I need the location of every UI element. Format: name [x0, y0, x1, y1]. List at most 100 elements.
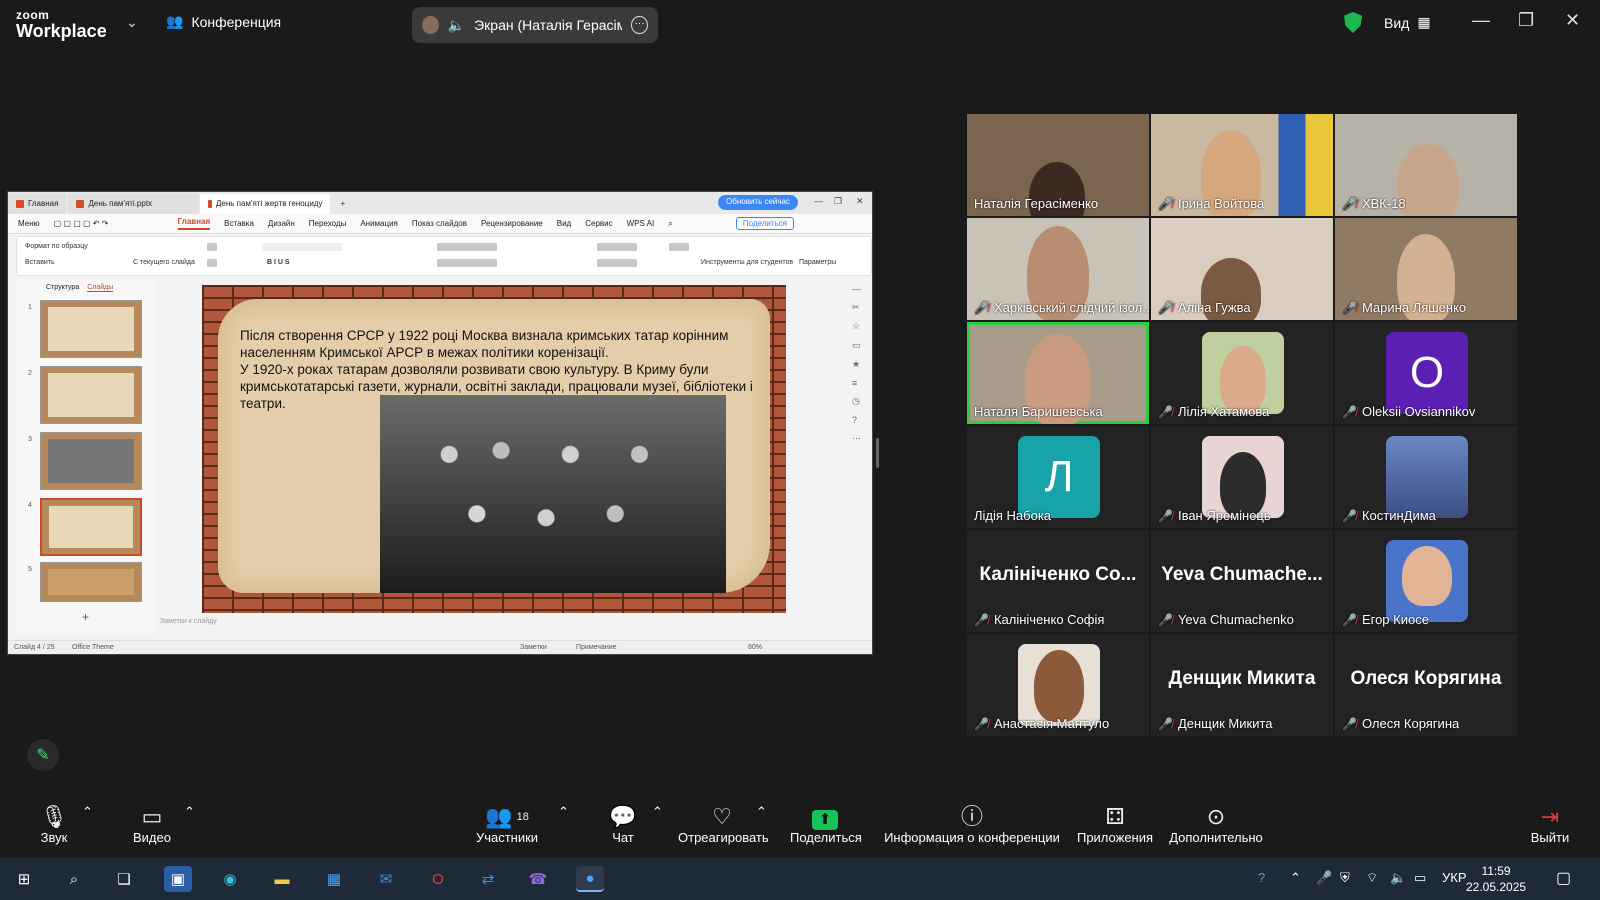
- menu-item-home[interactable]: Главная: [177, 217, 211, 230]
- tab-active-doc[interactable]: День пам'яті жертв геноциду: [200, 194, 331, 214]
- security-shield-icon[interactable]: [1344, 12, 1362, 33]
- bold-icon[interactable]: B I U S: [267, 259, 290, 266]
- tool-icon[interactable]: ≡: [852, 378, 864, 388]
- history-icon[interactable]: ◷: [852, 396, 864, 407]
- slide-thumbnail-3[interactable]: [40, 432, 142, 490]
- store-icon[interactable]: ▦: [320, 866, 348, 892]
- participant-tile[interactable]: 🎤̸ КостинДима: [1335, 426, 1517, 528]
- minimize-icon[interactable]: —: [814, 196, 823, 206]
- update-now-button[interactable]: Обновить сейчас: [718, 195, 798, 210]
- react-options-caret[interactable]: ⌃: [756, 804, 767, 820]
- chat-button[interactable]: 💬 Чат: [606, 804, 640, 845]
- participant-tile[interactable]: O 🎤̸ Oleksii Ovsiannikov: [1335, 322, 1517, 424]
- opera-icon[interactable]: O: [424, 866, 452, 892]
- format-painter-button[interactable]: Формат по образцу: [25, 243, 88, 250]
- windows-start-icon[interactable]: ⊞: [10, 866, 38, 892]
- add-slide-icon[interactable]: +: [82, 610, 89, 624]
- slide-thumbnail-4[interactable]: [40, 498, 142, 556]
- participant-tile[interactable]: Олеся Корягина 🎤̸ Олеся Корягина: [1335, 634, 1517, 736]
- student-tools-button[interactable]: Инструменты для студентов: [701, 259, 793, 266]
- quick-access-icons[interactable]: ▢ ▢ ▢ ▢ ↶ ↷: [54, 219, 164, 228]
- task-view-icon[interactable]: ❏: [110, 866, 138, 892]
- video-options-caret[interactable]: ⌃: [184, 804, 195, 820]
- participant-tile[interactable]: Денщик Микита 🎤̸ Денщик Микита: [1151, 634, 1333, 736]
- wifi-icon[interactable]: ⌔: [1366, 870, 1378, 886]
- participant-tile[interactable]: 🎤̸ Марина Ляшенко: [1335, 218, 1517, 320]
- participant-tile[interactable]: 🎤̸ Анастасія Мантуло: [967, 634, 1149, 736]
- apps-button[interactable]: ⚃ Приложения: [1076, 804, 1154, 845]
- doc-share-button[interactable]: Поделиться: [735, 217, 794, 230]
- chevron-down-icon[interactable]: ⌄: [126, 14, 138, 31]
- meeting-info-button[interactable]: ⓘ Информация о конференции: [884, 804, 1060, 845]
- chat-options-caret[interactable]: ⌃: [652, 804, 663, 820]
- tab-slides[interactable]: Слайды: [87, 284, 114, 292]
- tool-icon[interactable]: ▭: [852, 340, 864, 351]
- search-icon[interactable]: ⌕: [60, 866, 88, 892]
- participant-tile[interactable]: Л Лідія Набока: [967, 426, 1149, 528]
- menu-item[interactable]: Рецензирование: [481, 219, 543, 228]
- outlook-icon[interactable]: ✉: [372, 866, 400, 892]
- react-button[interactable]: ♡ Отреагировать: [678, 804, 769, 845]
- close-icon[interactable]: ✕: [856, 196, 864, 207]
- new-tab-icon[interactable]: +: [332, 194, 353, 214]
- slide-canvas[interactable]: Після створення СРСР у 1922 році Москва …: [202, 285, 786, 613]
- conference-menu[interactable]: 👥 Конференция: [166, 13, 281, 30]
- leave-button[interactable]: ⇥ Выйти: [1530, 804, 1570, 845]
- participant-tile[interactable]: 🎤̸ Лілія Хатамова: [1151, 322, 1333, 424]
- screen-share-pill[interactable]: 🔈 Экран (Наталія Герасіменко) ···: [412, 7, 658, 43]
- tab-structure[interactable]: Структура: [46, 284, 79, 292]
- menu-item[interactable]: Меню: [18, 219, 40, 228]
- system-clock[interactable]: 11:59 22.05.2025: [1466, 863, 1526, 895]
- tray-chevron-icon[interactable]: ⌃: [1290, 870, 1301, 886]
- video-button[interactable]: ▭ Видео: [130, 804, 174, 845]
- layout-icon[interactable]: [207, 243, 217, 251]
- teamviewer-icon[interactable]: ⇄: [474, 866, 502, 892]
- restore-icon[interactable]: ❐: [834, 196, 842, 207]
- file-explorer-icon[interactable]: ▬: [268, 866, 296, 892]
- more-icon[interactable]: ⋯: [852, 433, 864, 444]
- slide-thumbnail-2[interactable]: [40, 366, 142, 424]
- arrange-icons[interactable]: [597, 259, 637, 267]
- participant-tile[interactable]: Наталія Герасіменко: [967, 114, 1149, 216]
- font-select[interactable]: [262, 243, 342, 251]
- share-screen-button[interactable]: ⬆ Поделиться: [790, 804, 862, 845]
- annotate-pen-icon[interactable]: ✎: [27, 739, 59, 771]
- participant-tile[interactable]: Yeva Chumache... 🎤̸ Yeva Chumachenko: [1151, 530, 1333, 632]
- from-current-slide-button[interactable]: С текущего слайда: [133, 259, 195, 266]
- tool-icon[interactable]: ★: [852, 359, 864, 370]
- menu-item-wps-ai[interactable]: WPS AI: [627, 219, 655, 228]
- menu-item[interactable]: Переходы: [309, 219, 347, 228]
- close-icon[interactable]: ✕: [1565, 10, 1580, 31]
- language-indicator[interactable]: УКР: [1442, 870, 1467, 885]
- participant-tile[interactable]: 🎤̸ Егор Киосе: [1335, 530, 1517, 632]
- participants-button[interactable]: 👥 18 Участники: [474, 804, 540, 845]
- search-icon[interactable]: ⌕: [668, 219, 672, 229]
- splitter-handle[interactable]: [876, 438, 879, 468]
- notifications-icon[interactable]: ▢: [1556, 868, 1571, 888]
- menu-item[interactable]: Вставка: [224, 219, 254, 228]
- menu-item[interactable]: Сервис: [585, 219, 612, 228]
- tab-pptx[interactable]: День пам'яті.pptx: [68, 194, 199, 214]
- tool-icon[interactable]: ☆: [852, 321, 864, 332]
- slide-thumbnail-5[interactable]: [40, 562, 142, 602]
- zoom-level[interactable]: 80%: [748, 644, 762, 651]
- mic-icon[interactable]: 🎤: [1316, 870, 1332, 886]
- parameters-button[interactable]: Параметры: [799, 259, 836, 266]
- help-icon[interactable]: ?: [1258, 870, 1265, 885]
- participant-tile-active-speaker[interactable]: Наталя Баришевська: [967, 322, 1149, 424]
- audio-button[interactable]: 🎙 Звук: [36, 804, 72, 845]
- notes-placeholder[interactable]: Заметки к слайду: [160, 618, 217, 625]
- section-icon[interactable]: [207, 259, 217, 267]
- comment-button[interactable]: Примечание: [576, 644, 617, 651]
- menu-item[interactable]: Показ слайдов: [412, 219, 467, 228]
- tool-icon[interactable]: —: [852, 284, 864, 294]
- restore-icon[interactable]: ❐: [1518, 10, 1534, 31]
- align-icons[interactable]: [437, 259, 497, 267]
- security-icon[interactable]: ⛨: [1340, 870, 1350, 886]
- participant-tile[interactable]: 🎤̸ ХВК-18: [1335, 114, 1517, 216]
- participant-tile[interactable]: 🎤̸ Харківський слідчий ізол...: [967, 218, 1149, 320]
- participant-tile[interactable]: 🎤̸ Іван Яремінець: [1151, 426, 1333, 528]
- paragraph-icons[interactable]: [437, 243, 497, 251]
- more-button[interactable]: ⊙ Дополнительно: [1168, 804, 1264, 845]
- save-app-icon[interactable]: ▣: [164, 866, 192, 892]
